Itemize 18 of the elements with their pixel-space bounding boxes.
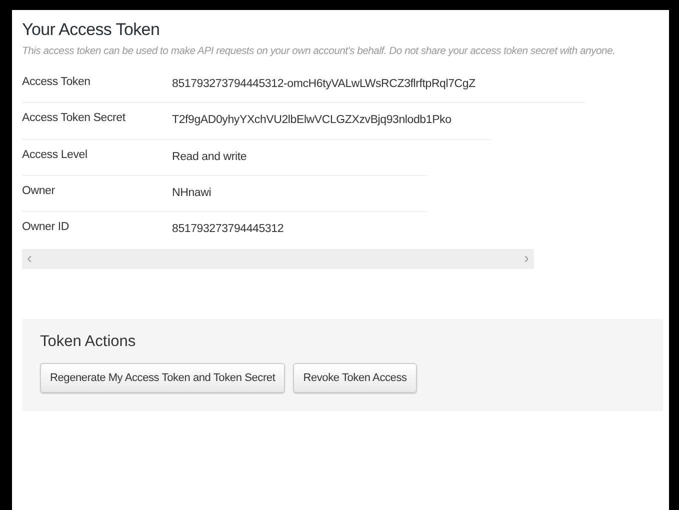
description-text: This access token can be used to make API requests on your own account's behalf. Do not share your access token secret with anyone. — [22, 46, 616, 57]
scroll-left-icon[interactable] — [28, 256, 32, 262]
field-value: Read and write — [172, 150, 247, 164]
field-label: Access Level — [22, 148, 88, 162]
field-value: T2f9gAD0yhyYXchVU2lbElwVCLGZXzvBjq93nlodb1Pko — [172, 113, 452, 128]
horizontal-scrollbar[interactable] — [22, 249, 534, 270]
field-label: Owner — [22, 184, 56, 199]
section-title: Token Actions — [40, 333, 137, 352]
field-label: Owner ID — [22, 221, 70, 235]
field-value: 851793273794445312-omcH6tyVALwLWsRCZ3flrftpRql7CgZ — [172, 77, 476, 92]
field-label: Access Token — [22, 76, 92, 90]
scroll-right-icon[interactable] — [524, 256, 528, 262]
action-button[interactable]: Revoke Token Access — [293, 363, 417, 394]
field-value: NHnawi — [172, 186, 212, 201]
field-label: Access Token Secret — [22, 112, 126, 126]
action-button[interactable]: Regenerate My Access Token and Token Secret — [40, 363, 286, 394]
page-title: Your Access Token — [22, 20, 161, 40]
field-value: 851793273794445312 — [172, 222, 284, 237]
